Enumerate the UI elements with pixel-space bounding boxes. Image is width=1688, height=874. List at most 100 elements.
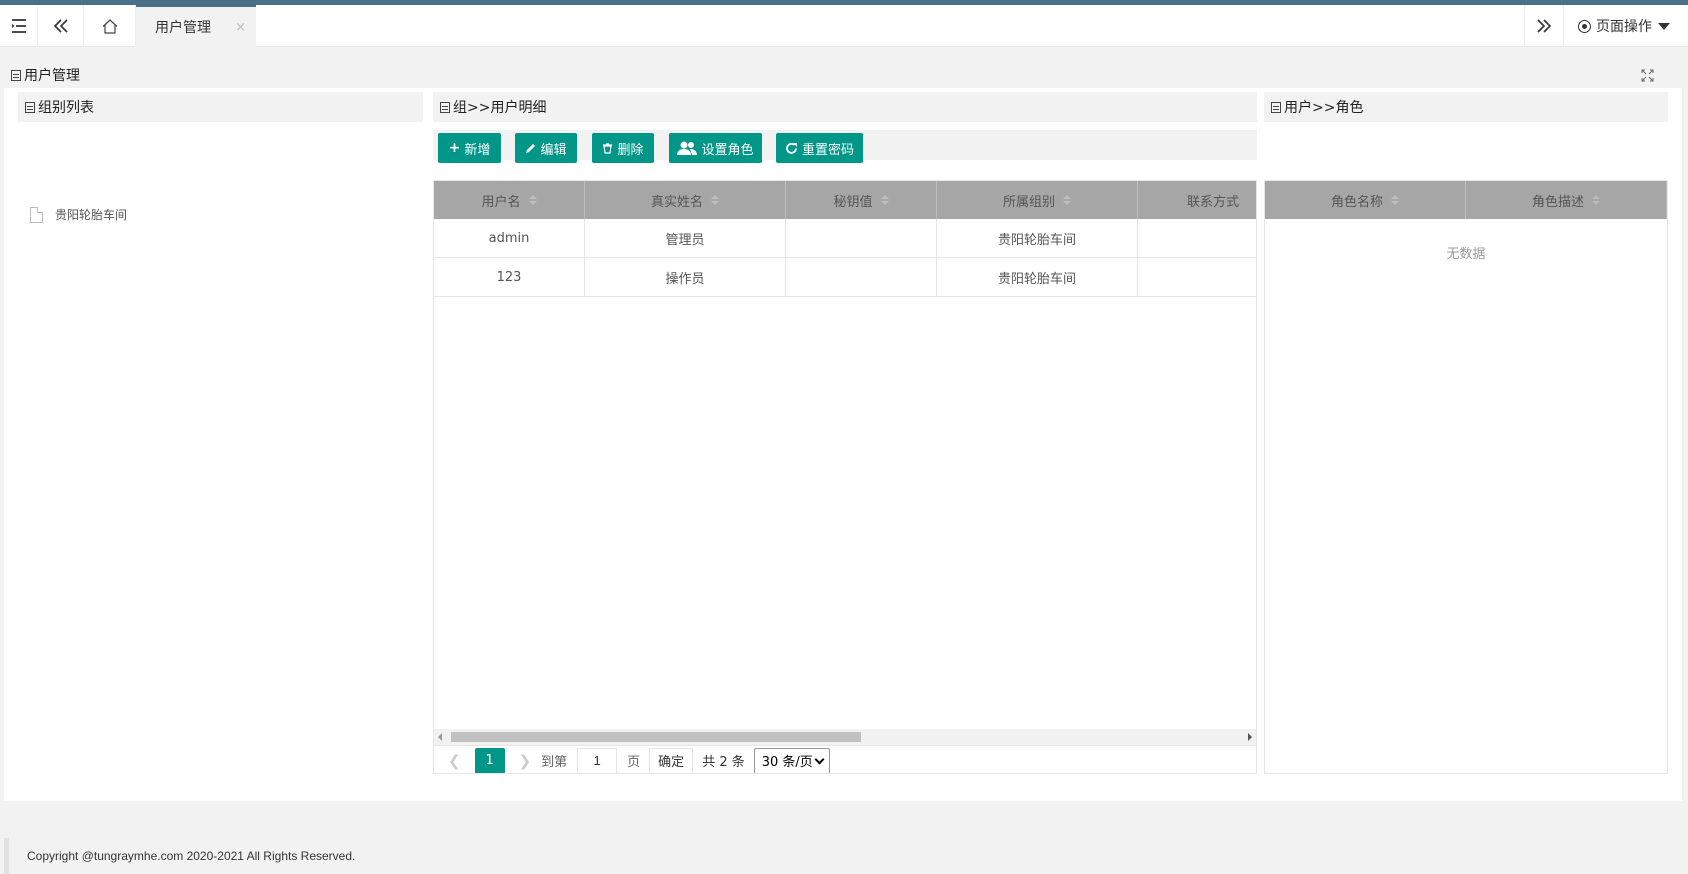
column-label: 角色描述 [1531, 194, 1584, 210]
reset-password-button[interactable]: 重置密码 [776, 133, 863, 163]
scrollbar-thumb[interactable] [451, 732, 861, 742]
tab-label: 用户管理 [155, 20, 211, 36]
user-roles-header: 用户>>角色 [1264, 92, 1668, 122]
pagination: ❮ 1 ❯ 到第 1 页 确定 共 2 条 30 条/页 [434, 745, 1256, 773]
group-list-header: 组别列表 [18, 92, 423, 122]
double-chevron-left-icon [53, 19, 68, 33]
tab-close-icon[interactable]: × [235, 20, 246, 35]
column-label: 秘钥值 [833, 194, 873, 210]
panel-icon [11, 69, 21, 81]
page-size-select[interactable]: 30 条/页 [753, 747, 830, 773]
goto-confirm-button[interactable]: 确定 [649, 747, 694, 773]
copyright-text: Copyright @tungraymhe.com 2020-2021 All … [27, 849, 356, 863]
goto-label: 到第 [541, 755, 568, 770]
column-label: 用户名 [481, 194, 521, 210]
trash-icon [603, 142, 613, 154]
file-icon [30, 206, 43, 223]
column-header-group[interactable]: 所属组别 [937, 181, 1138, 219]
panel-icon [1271, 101, 1281, 113]
cell-realname: 操作员 [585, 258, 786, 296]
role-table-header: 角色名称 角色描述 [1265, 181, 1667, 219]
main-panel-title: 用户管理 [24, 68, 80, 84]
cell-username: 123 [434, 258, 585, 296]
scroll-right-arrow-icon[interactable] [1248, 733, 1252, 741]
next-page-icon[interactable]: ❯ [519, 752, 532, 770]
sort-icon[interactable] [528, 195, 537, 205]
main-panel: 用户管理 组别列表 贵阳轮胎车间 组>>用户明细 + 新增 编辑 删除 设置角色 … [4, 62, 1682, 801]
column-header-secret[interactable]: 秘钥值 [786, 181, 937, 219]
cell-contact [1138, 219, 1256, 257]
current-page-button[interactable]: 1 [474, 747, 505, 773]
column-header-role-desc[interactable]: 角色描述 [1466, 181, 1667, 219]
sort-icon[interactable] [880, 195, 889, 205]
column-header-realname[interactable]: 真实姓名 [585, 181, 786, 219]
refresh-icon [786, 142, 797, 154]
footer: Copyright @tungraymhe.com 2020-2021 All … [4, 838, 1688, 874]
main-panel-header: 用户管理 [4, 62, 1682, 88]
double-chevron-right-icon [1537, 19, 1551, 33]
page-operations-dropdown[interactable]: 页面操作 [1564, 5, 1688, 47]
cell-secret [786, 219, 937, 257]
table-row[interactable]: admin 管理员 贵阳轮胎车间 [434, 219, 1256, 258]
delete-button[interactable]: 删除 [592, 133, 654, 163]
home-icon [102, 18, 117, 34]
set-role-button[interactable]: 设置角色 [669, 133, 762, 163]
page-size-value: 30 条/页 [761, 755, 813, 770]
menu-toggle-button[interactable] [0, 5, 38, 47]
tabs-scroll-left-button[interactable] [38, 5, 84, 47]
pencil-icon [526, 143, 536, 153]
add-button-label: 新增 [464, 142, 491, 158]
sort-icon[interactable] [1063, 195, 1071, 205]
user-roles-title: 用户>>角色 [1284, 100, 1364, 116]
scroll-left-arrow-icon[interactable] [438, 733, 442, 741]
total-count: 共 2 条 [702, 755, 745, 770]
page-unit-label: 页 [627, 755, 641, 770]
column-header-role-name[interactable]: 角色名称 [1265, 181, 1466, 219]
column-label: 所属组别 [1002, 194, 1055, 210]
target-icon [1578, 19, 1591, 33]
plus-icon: + [448, 140, 461, 156]
delete-button-label: 删除 [617, 142, 644, 158]
sort-icon[interactable] [1592, 195, 1600, 205]
cell-secret [786, 258, 937, 296]
prev-page-icon[interactable]: ❮ [448, 752, 461, 770]
tabs-scroll-right-button[interactable] [1524, 5, 1564, 47]
column-header-contact[interactable]: 联系方式 [1138, 181, 1256, 219]
column-label: 角色名称 [1330, 194, 1383, 210]
tree-item-label: 贵阳轮胎车间 [55, 208, 128, 222]
page-operations-label: 页面操作 [1596, 19, 1652, 35]
menu-fold-icon [11, 19, 26, 33]
sort-icon[interactable] [711, 195, 719, 205]
tab-user-management[interactable]: 用户管理 × [136, 5, 256, 47]
empty-state-text: 无数据 [1446, 247, 1486, 262]
caret-down-icon [1658, 22, 1670, 30]
fullscreen-icon[interactable] [1641, 69, 1654, 82]
horizontal-scrollbar[interactable] [434, 729, 1256, 745]
home-tab-button[interactable] [84, 5, 136, 47]
column-label: 真实姓名 [650, 194, 703, 210]
group-list-title: 组别列表 [38, 100, 94, 116]
goto-page-input[interactable]: 1 [577, 747, 618, 773]
set-role-button-label: 设置角色 [701, 142, 754, 158]
tree-item-group[interactable]: 贵阳轮胎车间 [30, 206, 127, 223]
cell-group: 贵阳轮胎车间 [937, 219, 1138, 257]
sort-icon[interactable] [1391, 195, 1399, 205]
user-detail-title: 组>>用户明细 [453, 100, 547, 116]
panel-icon [25, 101, 35, 113]
panel-icon [440, 101, 450, 113]
chevron-down-icon [814, 754, 825, 764]
cell-realname: 管理员 [585, 219, 786, 257]
top-bar: 用户管理 × 页面操作 [0, 5, 1688, 47]
cell-contact [1138, 258, 1256, 296]
user-detail-header: 组>>用户明细 [433, 92, 1257, 122]
table-row[interactable]: 123 操作员 贵阳轮胎车间 [434, 258, 1256, 297]
user-table-header: 用户名 真实姓名 秘钥值 所属组别 联系方式 [434, 181, 1256, 219]
cell-username: admin [434, 219, 585, 257]
cell-group: 贵阳轮胎车间 [937, 258, 1138, 296]
add-button[interactable]: + 新增 [438, 133, 501, 163]
reset-password-button-label: 重置密码 [801, 142, 854, 158]
edit-button[interactable]: 编辑 [515, 133, 577, 163]
column-header-username[interactable]: 用户名 [434, 181, 585, 219]
user-table: 用户名 真实姓名 秘钥值 所属组别 联系方式 admin 管理员 贵阳轮胎车间 … [433, 180, 1257, 774]
column-label: 联系方式 [1186, 194, 1239, 210]
